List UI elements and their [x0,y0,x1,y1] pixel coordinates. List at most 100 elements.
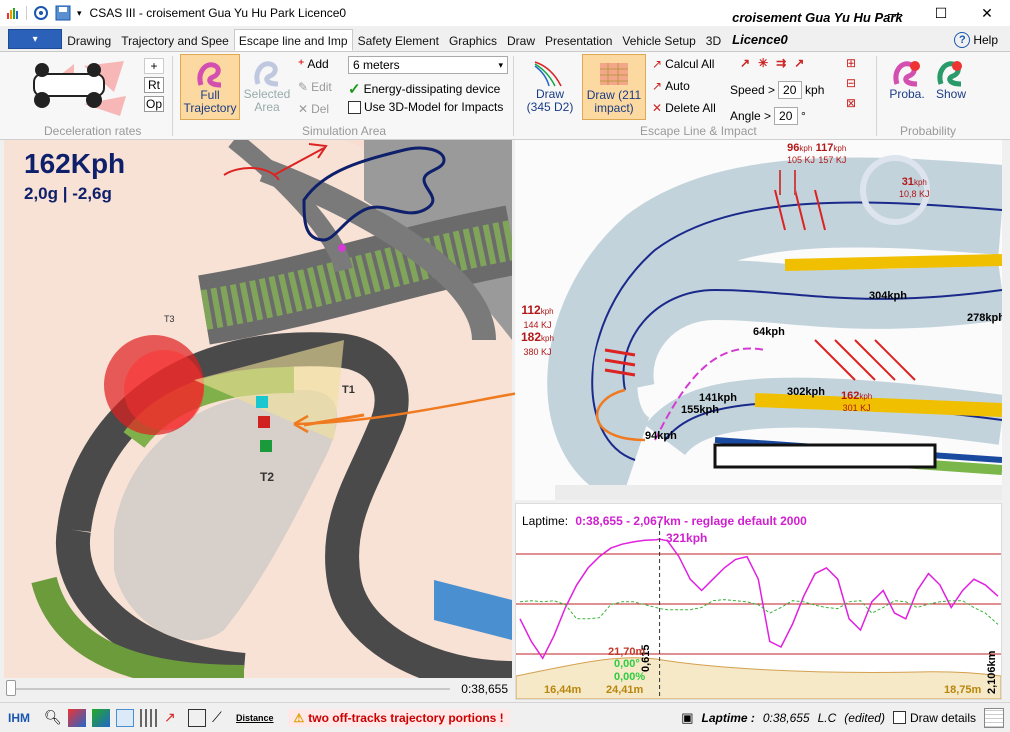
divider [876,56,877,136]
quick-access-dropdown-icon[interactable]: ▾ [77,8,82,19]
decel-rt-button[interactable]: Rt [144,77,164,93]
tab-presentation[interactable]: Presentation [540,29,617,51]
tab-safety-element[interactable]: Safety Element [353,29,444,51]
peak-speed-label: 321kph [666,531,708,545]
tab-draw[interactable]: Draw [502,29,540,51]
warning-text: two off-tracks trajectory portions ! [308,710,504,725]
impact-speed-3: 112 [521,303,541,317]
speed-threshold-label: Speed > [730,83,776,97]
tab-3d[interactable]: 3D [701,29,726,51]
arrow-tool-1-icon[interactable]: ↗ [740,56,750,70]
probability-icon [893,61,920,87]
speed-threshold-input[interactable]: 20 [778,81,803,99]
turn-label-t2: T2 [260,470,275,484]
angle-threshold-label: Angle > [730,109,772,123]
save-icon[interactable] [55,5,71,21]
impact-unit-1: kph [799,144,813,153]
series-line-g [519,599,999,625]
speed-label-141: 141kph [699,392,737,404]
distance-select[interactable]: 6 meters ▾ [348,56,508,74]
chart-icon[interactable] [116,708,134,727]
settings-icon[interactable] [33,5,49,21]
delete-all-button[interactable]: ✕ Delete All [652,101,716,115]
slider-time: 0:38,655 [461,682,508,696]
slope-label: 0,00° [614,658,640,670]
calcul-all-button[interactable]: ↗ Calcul All [652,57,714,71]
selected-area-button[interactable]: Selected Area [240,58,294,120]
speed-label-155: 155kph [681,404,719,416]
draw-escape-label-2: (345 D2) [526,100,574,114]
zoom-icon[interactable]: 🔍︎ [44,709,62,727]
auto-button[interactable]: ↗ Auto [652,79,690,93]
edit-label: Edit [311,80,332,94]
slider-thumb[interactable] [6,680,16,696]
grid-icon[interactable] [140,708,158,727]
draw-escape-button[interactable]: Draw (345 D2) [522,58,578,120]
turn-label-t3: T3 [164,314,175,324]
impact-kj-3: 144 KJ [523,320,552,330]
time-slider[interactable]: 0:38,655 [4,678,512,700]
tab-drawing[interactable]: Drawing [62,29,116,51]
file-menu-button[interactable]: ▾ [8,29,63,49]
track-map[interactable]: 96kph 117kph 105 KJ 157 KJ 31 kph 10,8 KJ… [515,140,1002,500]
impact-tool-2-icon[interactable]: ⊟ [846,76,856,90]
square-icon[interactable] [188,708,206,727]
series-line-speed [519,538,999,660]
tab-escape-line[interactable]: Escape line and Imp [233,29,353,51]
speed-label-64: 64kph [753,326,785,338]
cube-icon[interactable] [68,708,86,727]
impact-speed-4: 182 [521,330,542,344]
grid-toggle-icon[interactable] [984,707,1004,728]
decel-op-button[interactable]: Op [144,96,164,112]
tab-vehicle-setup[interactable]: Vehicle Setup [617,29,700,51]
laptime-label: Laptime : [701,710,755,725]
impact-unit-4: kph [541,334,554,343]
add-icon: ⁺ [298,57,305,71]
model3d-checkbox[interactable]: Use 3D-Model for Impacts [348,100,503,114]
arrow-tool-4-icon[interactable]: ↗ [794,56,804,70]
arrows-icon[interactable]: ↗ [164,709,182,727]
elevation-right-label: 18,75m [944,684,982,696]
speed-label-302: 302kph [787,386,825,398]
distance-button[interactable]: Distance [236,713,274,723]
del-button[interactable]: ✕ Del [298,102,329,116]
cube-green-icon[interactable] [92,708,110,727]
draw-details-label: Draw details [909,710,976,725]
full-trajectory-button[interactable]: Full Trajectory [180,54,240,120]
warning-icon: ⚠ [293,710,305,725]
tab-graphics[interactable]: Graphics [444,29,502,51]
impact-kj-2: 10,8 KJ [899,189,930,199]
impact-tool-3-icon[interactable]: ⊠ [846,96,856,110]
proba-button[interactable]: Proba. [884,58,930,120]
ruler-icon[interactable]: ⟋ [212,709,230,727]
add-button[interactable]: ⁺ Add [298,57,329,71]
impact-wall-icon [600,63,628,85]
show-button[interactable]: Show [930,58,972,120]
energy-device-checkbox[interactable]: ✓ Energy-dissipating device [348,80,500,98]
close-button[interactable]: ✕ [964,0,1010,26]
impact-kj-1b: 157 KJ [818,155,847,165]
angle-threshold-input[interactable]: 20 [774,107,799,125]
camera-icon[interactable]: ▣ [681,710,693,726]
laptime-chart[interactable]: Laptime: 0:38,655 - 2,067km - reglage de… [515,503,1002,700]
draw-details-checkbox[interactable]: Draw details [892,710,976,725]
energy-device-label: Energy-dissipating device [363,82,501,96]
divider [172,56,173,136]
edit-button[interactable]: ✎ Edit [298,80,332,94]
edit-icon: ✎ [298,80,309,94]
help-button[interactable]: ? Help [954,29,998,51]
speed-label-94: 94kph [645,430,677,442]
impact-tool-1-icon[interactable]: ⊞ [846,56,856,70]
current-speed: 162Kph [24,148,126,179]
arrow-tool-2-icon[interactable]: ✳ [758,56,768,70]
arrow-tool-3-icon[interactable]: ⇉ [776,56,786,70]
tab-trajectory-speed[interactable]: Trajectory and Spee [116,29,234,51]
decel-plus-button[interactable]: + [144,58,164,74]
delete-icon: ✕ [652,101,663,115]
impact-speed-2: 31 [901,176,914,188]
impact-kj-5: 301 KJ [842,403,871,413]
draw-impact-button[interactable]: Draw (211 impact) [582,54,646,120]
race-car-icon[interactable] [14,56,134,120]
distance-value: 6 meters [353,58,400,72]
impact-annotation-top: 96kph 117kph 105 KJ 157 KJ [787,142,846,166]
